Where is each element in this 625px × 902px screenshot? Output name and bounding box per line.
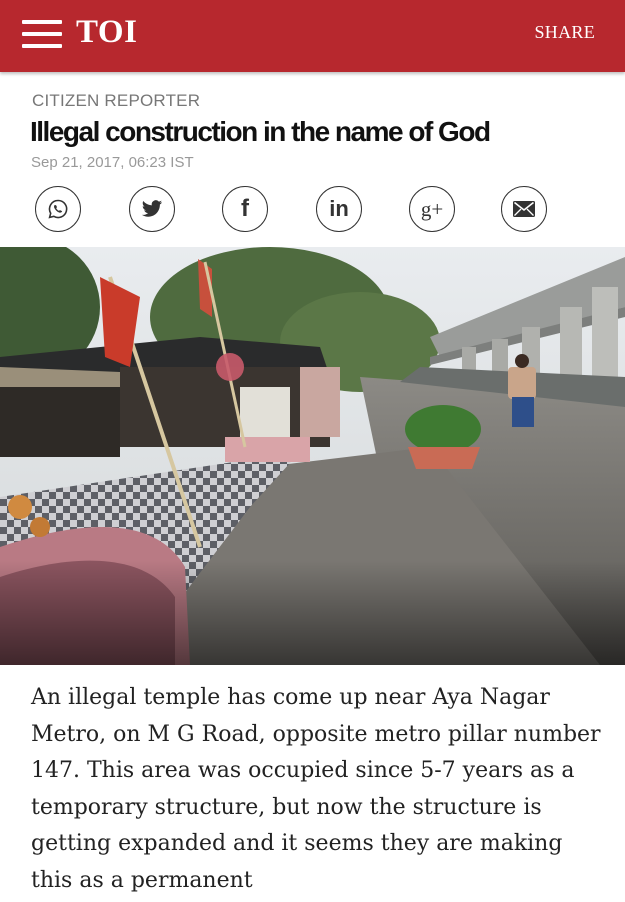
article-body: An illegal temple has come up near Aya N… — [31, 685, 601, 893]
email-icon — [513, 201, 535, 217]
linkedin-share-button[interactable]: in — [316, 186, 362, 232]
article-photo-illustration — [0, 247, 625, 665]
whatsapp-icon — [46, 197, 70, 221]
whatsapp-share-button[interactable] — [35, 186, 81, 232]
linkedin-icon: in — [329, 196, 349, 221]
twitter-share-button[interactable] — [129, 186, 175, 232]
article-dateline: Sep 21, 2017, 06:23 IST — [31, 154, 194, 171]
google-plus-icon: g+ — [420, 196, 444, 221]
facebook-share-button[interactable]: f — [222, 186, 268, 232]
site-logo[interactable]: TOI — [76, 14, 137, 51]
top-app-bar: TOI SHARE — [0, 0, 625, 72]
google-plus-share-button[interactable]: g+ — [409, 186, 455, 232]
section-label[interactable]: CITIZEN REPORTER — [32, 91, 200, 111]
facebook-icon: f — [241, 195, 249, 222]
email-share-button[interactable] — [501, 186, 547, 232]
share-button[interactable]: SHARE — [534, 22, 595, 43]
article-title: Illegal construction in the name of God — [30, 116, 491, 147]
article-photo[interactable] — [0, 247, 625, 665]
twitter-icon — [141, 199, 163, 219]
menu-icon[interactable] — [22, 20, 62, 48]
